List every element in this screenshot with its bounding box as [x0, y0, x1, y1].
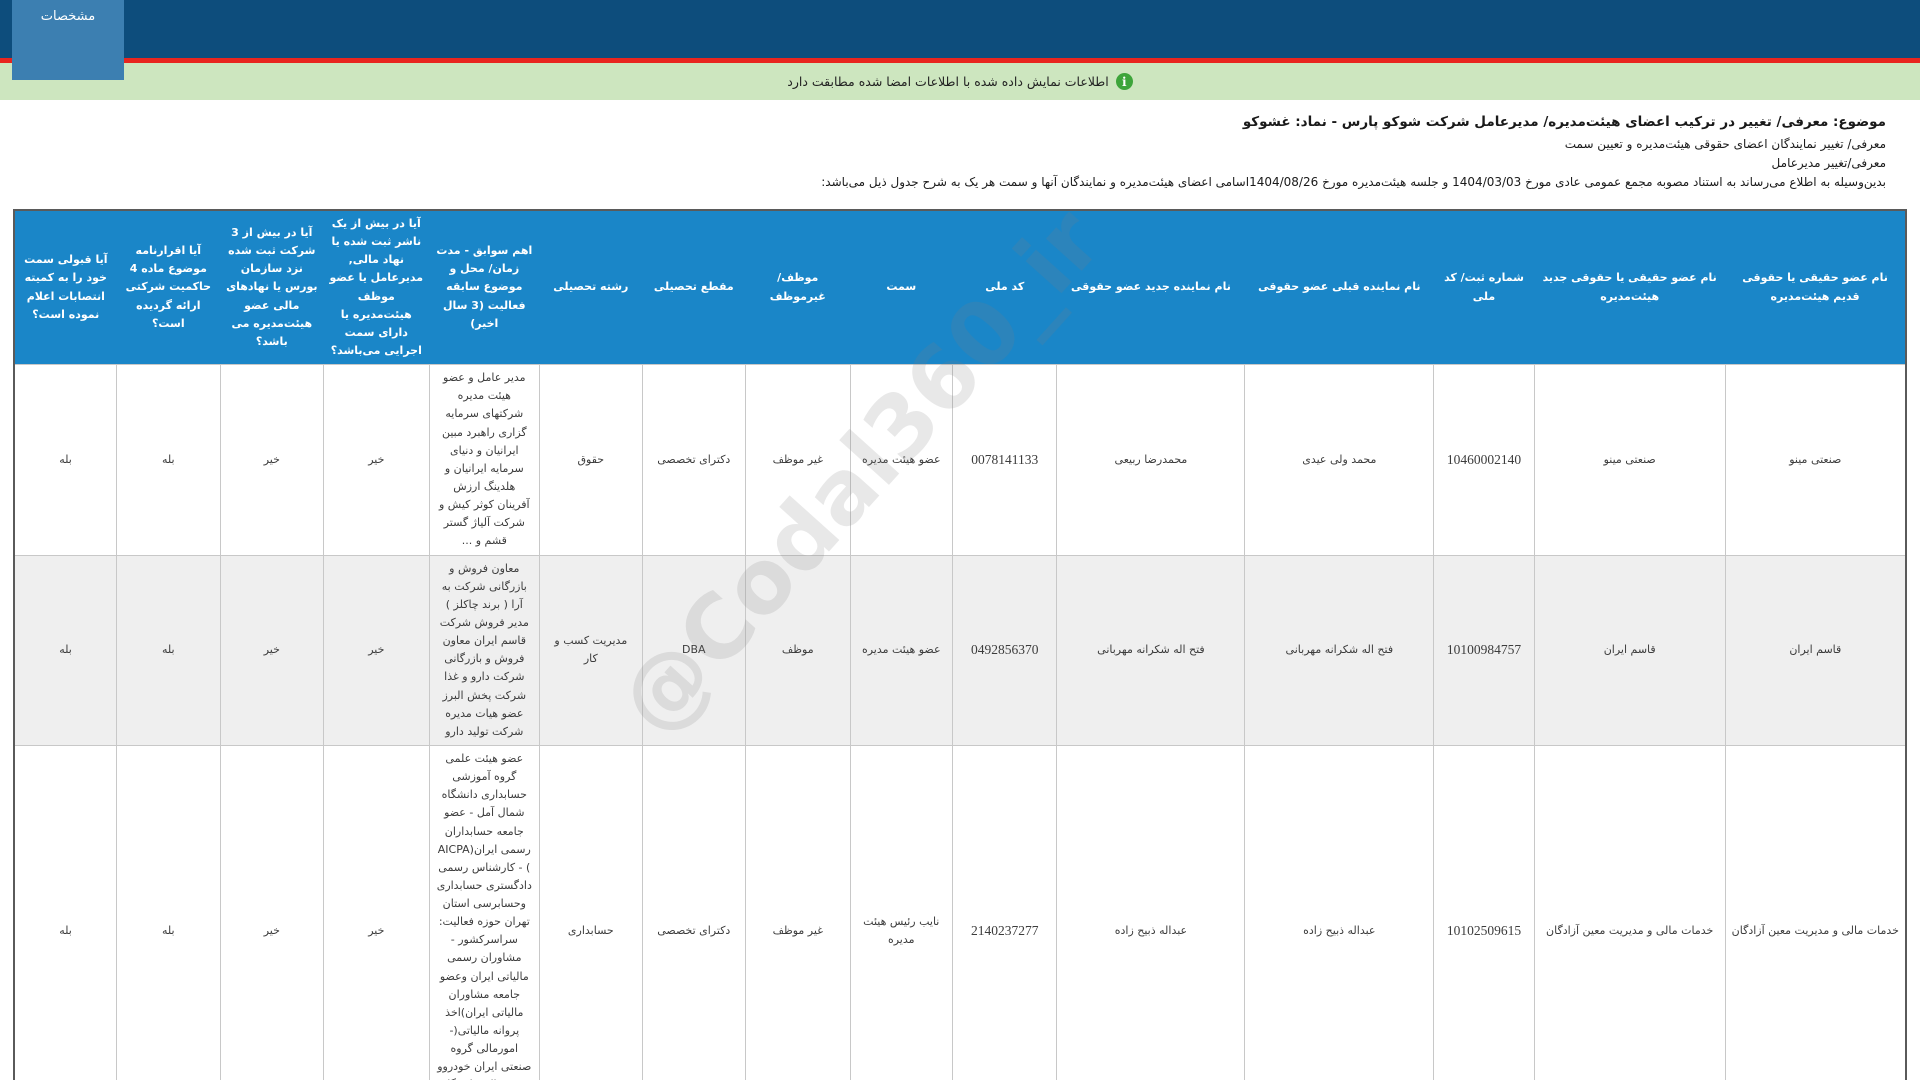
info-bar-text: اطلاعات نمایش داده شده با اطلاعات امضا ش… [787, 74, 1109, 89]
top-header-bar: مشخصات [0, 0, 1920, 80]
table-cell: عضو هیئت مدیره [849, 364, 954, 556]
table-header-cell: نام نماینده قبلی عضو حقوقی [1244, 210, 1434, 365]
table-cell: خیر [219, 364, 325, 556]
page-title: موضوع: معرفی/ تغییر در ترکیب اعضای هیئت‌… [1242, 114, 1886, 130]
table-cell: معاون فروش و بازرگانی شرکت به آرا ( برند… [428, 554, 541, 746]
table-cell: عضو هیئت مدیره [849, 554, 954, 746]
tab-specifications[interactable]: مشخصات [12, 0, 124, 80]
table-row: خدمات مالی و مدیریت معین آزادگان خدمات ما… [13, 744, 1907, 1080]
table-header-row: نام عضو حقیقی یا حقوقی قدیم هیئت‌مدیره نا… [14, 210, 1906, 365]
table-header-cell: نام عضو حقیقی یا حقوقی قدیم هیئت‌مدیره [1725, 210, 1906, 365]
table-cell: مدیر عامل و عضو هیئت مدیره شرکتهای سرمای… [428, 364, 541, 556]
table-cell: مدیریت کسب و کار [539, 554, 643, 746]
table-row: قاسم ایران قاسم ایران 10100984757 فتح اله ش… [13, 554, 1907, 746]
table-cell: محمد ولی عیدی [1244, 364, 1435, 556]
table-header-cell: سمت [850, 210, 953, 365]
table-cell: بله [13, 744, 118, 1080]
board-members-table-wrapper: نام عضو حقیقی یا حقوقی قدیم هیئت‌مدیره نا… [13, 209, 1907, 1080]
table-cell: DBA [641, 554, 747, 746]
table-cell: دکترای تخصصی [641, 364, 747, 556]
table-cell: عضو هیئت علمی گروه آموزشی حسابداری دانشگ… [428, 744, 541, 1080]
table-cell: غیر موظف [745, 744, 851, 1080]
table-cell: 2140237277 [951, 744, 1058, 1080]
table-row: صنعتی مینو صنعتی مینو 10460002140 محمد ولی … [13, 364, 1907, 556]
table-cell: فتح اله شکرانه مهربانی [1056, 554, 1246, 746]
intro-line-ceo: معرفی/تغییر مدیرعامل [1771, 156, 1886, 170]
table-cell: موظف [745, 554, 851, 746]
table-cell: بله [13, 364, 118, 556]
table-cell: بله [116, 554, 221, 746]
intro-block: موضوع: معرفی/ تغییر در ترکیب اعضای هیئت‌… [34, 114, 1886, 189]
table-header-cell: نام عضو حقیقی یا حقوقی جدید هیئت‌مدیره [1534, 210, 1726, 365]
table-cell: بله [116, 744, 221, 1080]
table-cell: خیر [219, 554, 325, 746]
table-cell: محمدرضا ربیعی [1056, 364, 1246, 556]
table-cell: 0078141133 [951, 364, 1058, 556]
table-cell: خیر [323, 554, 430, 746]
table-cell: 10100984757 [1433, 554, 1535, 746]
table-cell: بله [116, 364, 221, 556]
table-cell: حسابداری [539, 744, 643, 1080]
table-header-cell: نام نماینده جدید عضو حقوقی [1056, 210, 1245, 365]
table-cell: غیر موظف [745, 364, 851, 556]
table-cell: قاسم ایران [1724, 554, 1907, 746]
table-cell: صنعتی مینو [1724, 364, 1907, 556]
table-cell: قاسم ایران [1533, 554, 1726, 746]
table-header-cell: شماره ثبت/ کد ملی [1433, 210, 1535, 365]
table-cell: فتح اله شکرانه مهربانی [1244, 554, 1435, 746]
table-cell: عبداله ذبیح زاده [1244, 744, 1435, 1080]
table-header-cell: مقطع تحصیلی [642, 210, 746, 365]
table-header-cell: آیا در بیش از 3 شرکت ثبت شده نزد سازمان … [220, 210, 324, 365]
table-cell: خیر [219, 744, 325, 1080]
table-cell: نایب رئیس هیئت مدیره [849, 744, 954, 1080]
table-header-cell: موظف/ غیرموظف [745, 210, 851, 365]
info-bar: i اطلاعات نمایش داده شده با اطلاعات امضا… [0, 63, 1920, 100]
table-cell: 10102509615 [1433, 744, 1535, 1080]
tab-specifications-label: مشخصات [40, 9, 96, 24]
table-header-cell: رشته تحصیلی [539, 210, 643, 365]
intro-line-description: بدین‌وسیله به اطلاع می‌رساند به استناد م… [821, 175, 1886, 189]
table-cell: خیر [323, 744, 430, 1080]
table-cell: بله [13, 554, 118, 746]
table-header-cell: آیا اقرارنامه موضوع ماده 4 حاکمیت شرکتی … [116, 210, 221, 365]
table-cell: حقوق [539, 364, 643, 556]
table-header-cell: اهم سوابق - مدت زمان/ محل و موضوع سابقه … [429, 210, 540, 365]
board-members-table: نام عضو حقیقی یا حقوقی قدیم هیئت‌مدیره نا… [13, 209, 1907, 1080]
table-header-cell: آیا در بیش از یک ناشر ثبت شده یا نهاد ما… [323, 210, 430, 365]
table-cell: خدمات مالی و مدیریت معین آزادگان [1724, 744, 1907, 1080]
table-header-cell: آیا قبولی سمت خود را به کمیته انتصابات ا… [14, 210, 117, 365]
table-header-cell: کد ملی [952, 210, 1057, 365]
table-cell: خدمات مالی و مدیریت معین آزادگان [1533, 744, 1726, 1080]
intro-line-representatives: معرفی/ تغییر نمایندگان اعضای حقوقی هیئت‌… [1564, 137, 1886, 151]
table-cell: صنعتی مینو [1533, 364, 1726, 556]
table-cell: عبداله ذبیح زاده [1056, 744, 1246, 1080]
table-cell: 10460002140 [1433, 364, 1535, 556]
info-icon: i [1115, 73, 1133, 90]
table-cell: خیر [323, 364, 430, 556]
table-cell: 0492856370 [951, 554, 1058, 746]
table-cell: دکترای تخصصی [641, 744, 747, 1080]
